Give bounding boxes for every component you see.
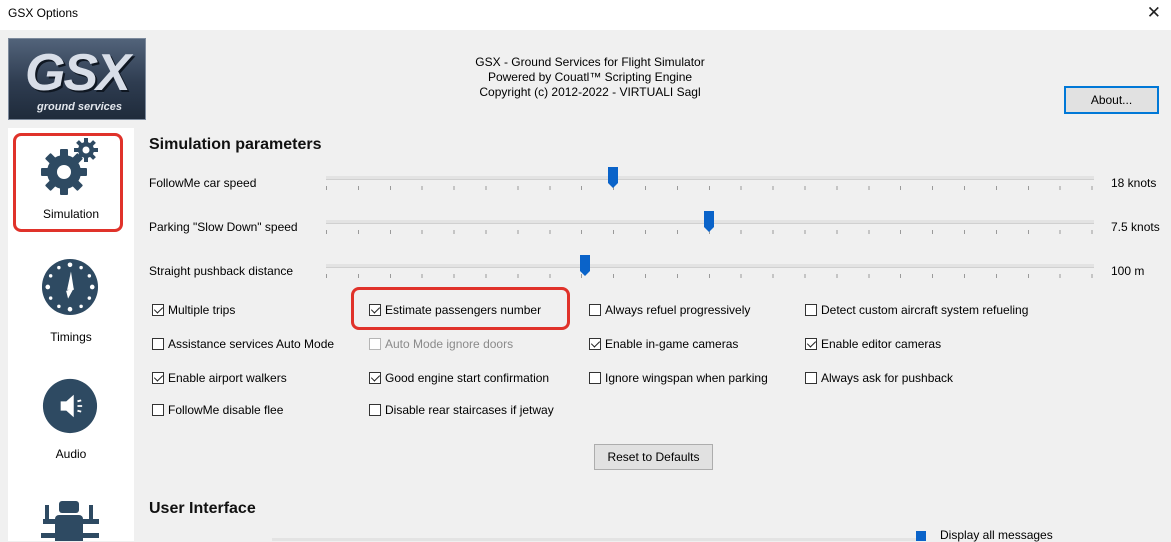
slider-ticks [326, 274, 1094, 278]
checkbox-option[interactable]: Enable airport walkers [152, 370, 287, 386]
sidebar: Simulation Timings Audio [8, 128, 134, 541]
bug-icon [41, 501, 99, 541]
checkbox-option[interactable]: Enable editor cameras [805, 336, 941, 352]
sidebar-item-label: Timings [50, 330, 92, 344]
checkbox-label: Enable editor cameras [821, 337, 942, 351]
logo-main-text: GSX [25, 44, 131, 102]
checkbox-label: Detect custom aircraft system refueling [821, 303, 1029, 317]
sidebar-item-label: Simulation [42, 207, 100, 221]
checkbox-box[interactable] [152, 338, 164, 350]
close-icon[interactable]: ✕ [1147, 3, 1161, 23]
checkbox-box [369, 338, 381, 350]
checkbox-label: Enable in-game cameras [605, 337, 739, 351]
sidebar-item-audio[interactable]: Audio [8, 368, 134, 468]
checkbox-label: FollowMe disable flee [168, 403, 284, 417]
speaker-icon [42, 378, 98, 434]
sidebar-item-simulation[interactable]: Simulation [8, 128, 134, 236]
checkbox-option[interactable]: Always ask for pushback [805, 370, 953, 386]
app-header: GSX - Ground Services for Flight Simulat… [330, 55, 850, 100]
checkbox-label: Always ask for pushback [821, 371, 954, 385]
pushback-distance-slider[interactable] [326, 255, 1094, 279]
checkbox-label: Auto Mode ignore doors [385, 337, 514, 351]
checkbox-option[interactable]: Multiple trips [152, 302, 235, 318]
checkbox-box[interactable] [805, 304, 817, 316]
checkbox-box[interactable] [369, 372, 381, 384]
slider-value-slowdown-speed: 7.5 knots [1111, 220, 1160, 234]
checkbox-box[interactable] [369, 304, 381, 316]
checkbox-label: Estimate passengers number [385, 303, 542, 317]
sidebar-item-timings[interactable]: Timings [8, 248, 134, 348]
messages-slider[interactable] [272, 531, 926, 541]
checkbox-box[interactable] [805, 372, 817, 384]
checkbox-label: Multiple trips [168, 303, 236, 317]
checkbox-option: Auto Mode ignore doors [369, 336, 513, 352]
checkbox-box[interactable] [805, 338, 817, 350]
messages-slider-value: Display all messages [940, 528, 1053, 542]
header-line-1: GSX - Ground Services for Flight Simulat… [475, 55, 705, 69]
checkbox-option[interactable]: Good engine start confirmation [369, 370, 549, 386]
slider-value-pushback-distance: 100 m [1111, 264, 1145, 278]
checkbox-box[interactable] [152, 372, 164, 384]
slider-track [326, 264, 1094, 268]
slider-label-slowdown-speed: Parking "Slow Down" speed [149, 220, 298, 234]
reset-defaults-button[interactable]: Reset to Defaults [594, 444, 713, 470]
checkbox-box[interactable] [369, 404, 381, 416]
checkbox-label: Ignore wingspan when parking [605, 371, 768, 385]
checkbox-box[interactable] [152, 404, 164, 416]
clock-icon [41, 258, 99, 316]
checkbox-option[interactable]: Estimate passengers number [369, 302, 541, 318]
about-button[interactable]: About... [1064, 86, 1159, 114]
slider-thumb[interactable] [704, 211, 715, 232]
gsx-logo: GSX ground services [8, 38, 146, 120]
section-title-user-interface: User Interface [149, 500, 256, 517]
logo-sub-text: ground services [37, 101, 122, 113]
checkbox-label: Always refuel progressively [605, 303, 751, 317]
checkbox-option[interactable]: Ignore wingspan when parking [589, 370, 768, 386]
checkbox-label: Disable rear staircases if jetway [385, 403, 554, 417]
window-title: GSX Options [8, 6, 79, 20]
slider-label-followme-speed: FollowMe car speed [149, 176, 257, 190]
checkbox-option[interactable]: Disable rear staircases if jetway [369, 402, 554, 418]
header-line-2: Powered by Couatl™ Scripting Engine [487, 70, 693, 84]
checkbox-box[interactable] [589, 304, 601, 316]
slider-thumb[interactable] [916, 531, 926, 541]
section-title-simulation: Simulation parameters [149, 136, 322, 153]
checkbox-box[interactable] [589, 372, 601, 384]
sidebar-item-label: Audio [55, 447, 87, 461]
title-bar: GSX Options ✕ [0, 0, 1171, 30]
checkbox-label: Enable airport walkers [168, 371, 287, 385]
checkbox-label: Assistance services Auto Mode [168, 337, 335, 351]
checkbox-option[interactable]: Detect custom aircraft system refueling [805, 302, 1028, 318]
checkbox-option[interactable]: FollowMe disable flee [152, 402, 283, 418]
checkbox-box[interactable] [589, 338, 601, 350]
checkbox-label: Good engine start confirmation [385, 371, 550, 385]
slider-value-followme-speed: 18 knots [1111, 176, 1157, 190]
checkbox-option[interactable]: Always refuel progressively [589, 302, 750, 318]
slider-thumb[interactable] [579, 255, 590, 276]
slider-ticks [326, 186, 1094, 190]
slowdown-speed-slider[interactable] [326, 211, 1094, 235]
slider-track [326, 176, 1094, 180]
gears-icon [41, 138, 98, 195]
slider-label-pushback-distance: Straight pushback distance [149, 264, 294, 278]
slider-thumb[interactable] [608, 167, 619, 188]
checkbox-option[interactable]: Enable in-game cameras [589, 336, 738, 352]
followme-speed-slider[interactable] [326, 167, 1094, 191]
checkbox-option[interactable]: Assistance services Auto Mode [152, 336, 334, 352]
checkbox-box[interactable] [152, 304, 164, 316]
sidebar-item-debug[interactable] [8, 490, 134, 541]
header-line-3: Copyright (c) 2012-2022 - VIRTUALI Sagl [479, 85, 701, 99]
